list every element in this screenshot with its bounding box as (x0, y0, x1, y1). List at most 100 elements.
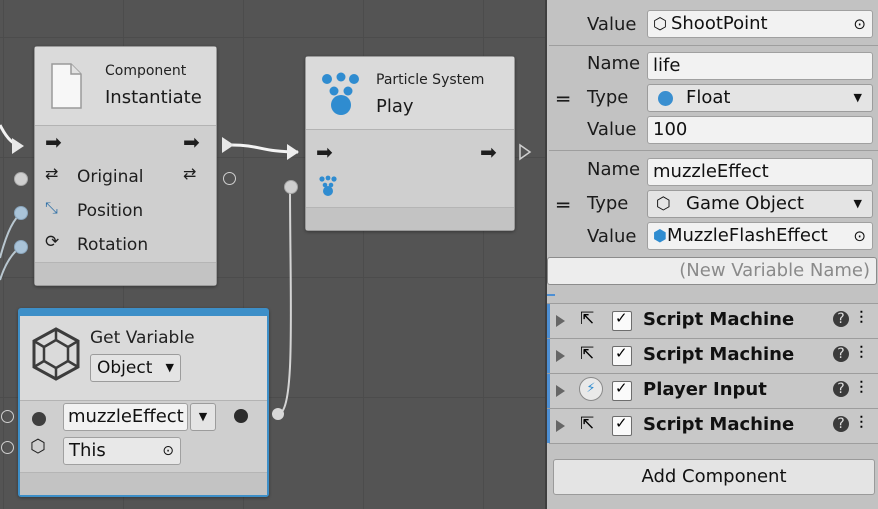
port-rotation-in[interactable] (14, 240, 28, 254)
component-enabled-checkbox[interactable]: ✓ (612, 414, 632, 436)
port-control-out-marker[interactable] (222, 137, 234, 153)
float-type-icon (658, 91, 673, 106)
port-instance-out[interactable] (223, 172, 236, 185)
component-title: Script Machine (643, 344, 795, 365)
drag-handle-icon[interactable]: ═ (557, 87, 569, 111)
position-icon: ⤡ (45, 198, 58, 217)
cube-icon: ⬡ (30, 436, 46, 457)
port-control-in-marker[interactable] (12, 138, 24, 154)
settings-sliders-icon[interactable]: ⫶ (859, 413, 864, 434)
muzzle-type-dropdown[interactable]: ⬡ Game Object ▼ (647, 190, 873, 218)
particle-category: Particle System (376, 72, 485, 88)
drag-handle-icon[interactable]: ═ (557, 193, 569, 217)
variable-name-dropdown[interactable]: ▼ (190, 403, 216, 431)
target-value: This (69, 440, 106, 461)
life-value-field[interactable]: 100 (647, 116, 873, 144)
target-field[interactable]: This ⊙ (63, 437, 181, 465)
graph-canvas[interactable]: Component Instantiate ➡ ➡ ⇄ Original ⇄ ⤡… (0, 0, 545, 509)
life-value-value: 100 (653, 119, 688, 140)
settings-sliders-icon[interactable]: ⫶ (859, 308, 864, 329)
port-original: Original (77, 167, 144, 187)
particle-control-in-marker[interactable] (287, 144, 299, 160)
settings-sliders-icon[interactable]: ⫶ (859, 343, 864, 364)
muzzle-value-field[interactable]: ⬢MuzzleFlashEffect ⊙ (647, 222, 873, 250)
component-row[interactable]: ⇱ ✓ Script Machine ? ⫶ (547, 338, 878, 373)
particle-target-in[interactable] (284, 180, 298, 194)
instantiate-title: Instantiate (105, 87, 202, 108)
control-output-arrow-icon[interactable]: ➡ (183, 130, 200, 154)
help-icon[interactable]: ? (833, 416, 849, 432)
target-port-in[interactable] (1, 441, 14, 454)
help-icon[interactable]: ? (833, 381, 849, 397)
script-machine-icon: ⇱ (580, 414, 595, 434)
chevron-down-icon: ▼ (165, 361, 174, 374)
component-row[interactable]: ⚡ ✓ Player Input ? ⫶ (547, 373, 878, 408)
transform-icon: ⇄ (45, 164, 59, 183)
component-row[interactable]: ⇱ ✓ Script Machine ? ⫶ (547, 408, 878, 443)
chevron-down-icon: ▼ (853, 91, 862, 104)
port-rotation: Rotation (77, 235, 149, 255)
get-variable-out[interactable] (234, 409, 248, 423)
get-variable-title: Get Variable (90, 328, 195, 348)
get-variable-port-in[interactable] (1, 410, 14, 423)
get-variable-node[interactable]: Get Variable Object ▼ muzzleEffect ▼ ⬡ T… (18, 308, 269, 497)
object-picker-icon[interactable]: ⊙ (853, 223, 866, 249)
shoot-point-field[interactable]: ⬡ ShootPoint ⊙ (647, 10, 873, 38)
variable-kind-value: Object (97, 358, 153, 378)
instantiate-category: Component (105, 63, 187, 79)
add-component-button[interactable]: Add Component (553, 459, 875, 495)
settings-sliders-icon[interactable]: ⫶ (859, 378, 864, 399)
muzzle-name-field[interactable]: muzzleEffect (647, 158, 873, 186)
particle-control-out-icon[interactable]: ➡ (480, 140, 497, 164)
expand-triangle-icon[interactable] (556, 315, 565, 327)
object-picker-icon[interactable]: ⊙ (853, 11, 866, 37)
particle-control-in-icon[interactable]: ➡ (316, 140, 333, 164)
top-value-label: Value (587, 14, 637, 35)
chevron-down-icon: ▼ (198, 410, 208, 423)
expand-triangle-icon[interactable] (556, 350, 565, 362)
rotation-icon: ⟳ (45, 232, 60, 252)
target-picker-icon[interactable]: ⊙ (162, 438, 174, 464)
component-row[interactable]: ⇱ ✓ Script Machine ? ⫶ (547, 303, 878, 338)
script-machine-icon: ⇱ (580, 344, 595, 364)
variable-kind-dropdown[interactable]: Object ▼ (90, 354, 181, 382)
output-transform-icon[interactable]: ⇄ (183, 164, 196, 183)
cube-icon: ⬡ (653, 14, 667, 33)
expand-triangle-icon[interactable] (556, 420, 565, 432)
name-type-icon (32, 412, 46, 426)
component-enabled-checkbox[interactable]: ✓ (612, 344, 632, 366)
component-enabled-checkbox[interactable]: ✓ (612, 379, 632, 401)
help-icon[interactable]: ? (833, 311, 849, 327)
variable-name-field[interactable]: muzzleEffect (63, 403, 188, 431)
selection-accent (547, 294, 555, 296)
script-document-icon (49, 62, 83, 110)
particle-footer (306, 207, 514, 230)
component-enabled-checkbox[interactable]: ✓ (612, 309, 632, 331)
muzzle-wire-end[interactable] (272, 408, 284, 420)
instantiate-footer (35, 262, 216, 285)
particle-title: Play (376, 96, 414, 117)
help-icon[interactable]: ? (833, 346, 849, 362)
life-name-field[interactable]: life (647, 52, 873, 80)
new-variable-input[interactable]: (New Variable Name) (547, 257, 877, 285)
particle-system-node[interactable]: Particle System Play ➡ ➡ (305, 56, 515, 231)
game-object-icon: ⬡ (656, 194, 671, 214)
life-type-dropdown[interactable]: Float ▼ (647, 84, 873, 112)
life-type-label: Type (587, 87, 629, 108)
variable-cube-icon (30, 326, 82, 382)
expand-triangle-icon[interactable] (556, 385, 565, 397)
separator (549, 150, 878, 151)
instantiate-node[interactable]: Component Instantiate ➡ ➡ ⇄ Original ⇄ ⤡… (34, 46, 217, 286)
muzzle-type-label: Type (587, 193, 629, 214)
port-position-in[interactable] (14, 206, 28, 220)
separator (549, 45, 878, 46)
particle-system-icon (321, 72, 361, 116)
life-name-value: life (653, 55, 681, 76)
particle-out-triangle-icon[interactable] (518, 143, 532, 161)
control-input-arrow-icon[interactable]: ➡ (45, 130, 62, 154)
muzzle-type-value: Game Object (686, 193, 804, 214)
life-value-label: Value (587, 119, 637, 140)
particle-target-icon (318, 175, 338, 197)
get-variable-footer (20, 472, 267, 495)
port-original-in[interactable] (14, 172, 28, 186)
